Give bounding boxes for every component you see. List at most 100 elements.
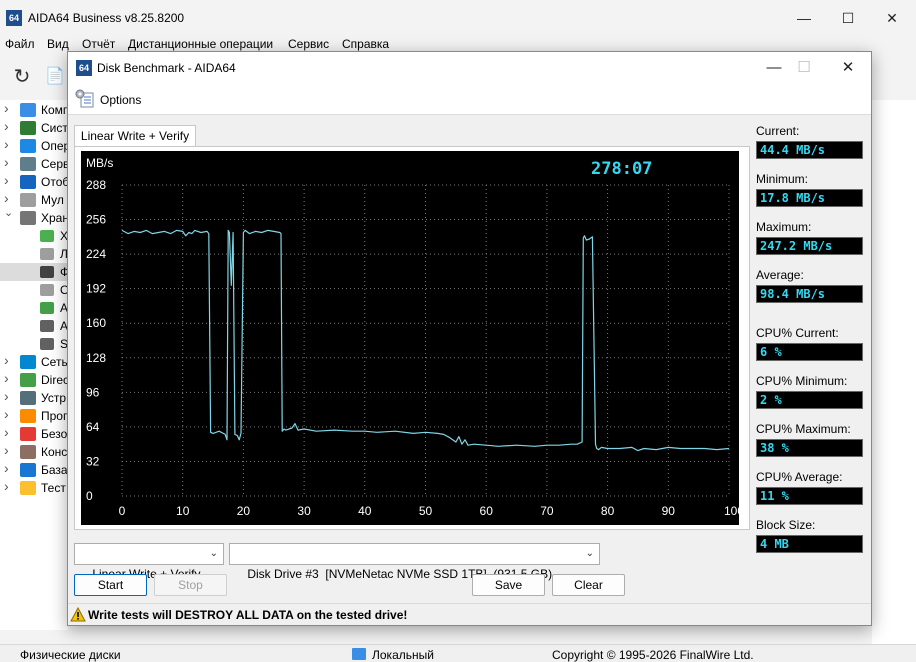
computer-icon bbox=[20, 103, 36, 117]
menu-file[interactable]: Файл bbox=[5, 37, 35, 51]
chevron-right-icon[interactable]: › bbox=[4, 479, 9, 494]
tree-item[interactable]: О bbox=[0, 281, 68, 299]
ata-icon bbox=[40, 302, 54, 314]
maximize-icon[interactable]: ☐ bbox=[826, 4, 870, 32]
tab-linear-write-verify[interactable]: Linear Write + Verify bbox=[74, 125, 196, 147]
tree-item[interactable]: › Безо bbox=[0, 425, 68, 443]
x-tick-label: 70 bbox=[540, 504, 554, 518]
network-icon bbox=[20, 355, 36, 369]
motherboard-icon bbox=[20, 121, 36, 135]
drive-select[interactable]: Disk Drive #3 [NVMeNetac NVMe SSD 1TB] (… bbox=[229, 543, 600, 581]
security-icon bbox=[20, 427, 36, 441]
chevron-right-icon[interactable]: › bbox=[4, 353, 9, 368]
y-tick-label: 32 bbox=[86, 454, 100, 468]
tree-item[interactable]: › Тест bbox=[0, 479, 68, 497]
options-button[interactable]: Options bbox=[100, 93, 141, 107]
menu-view[interactable]: Вид bbox=[47, 37, 69, 51]
stat-value: 98.4 MB/s bbox=[756, 285, 863, 303]
clear-button[interactable]: Clear bbox=[552, 574, 625, 596]
dialog-close-icon[interactable]: ✕ bbox=[826, 54, 870, 82]
chevron-right-icon[interactable]: › bbox=[4, 371, 9, 386]
tree-item[interactable]: › Устр bbox=[0, 389, 68, 407]
x-tick-label: 10 bbox=[176, 504, 190, 518]
stop-button[interactable]: Stop bbox=[154, 574, 227, 596]
tree-item[interactable]: Ф bbox=[0, 263, 68, 281]
y-tick-label: 64 bbox=[86, 420, 100, 434]
benchmark-icon bbox=[20, 481, 36, 495]
chevron-right-icon[interactable]: › bbox=[4, 191, 9, 206]
dialog-title-bar: 64 Disk Benchmark - AIDA64 — ☐ ✕ bbox=[68, 52, 871, 83]
tree-item[interactable]: А bbox=[0, 299, 68, 317]
x-tick-label: 100 % bbox=[724, 504, 739, 518]
tree-item-label: Тест bbox=[41, 481, 66, 495]
optical-icon bbox=[40, 284, 54, 296]
main-window-title: AIDA64 Business v8.25.8200 bbox=[28, 11, 185, 25]
refresh-icon[interactable]: ↻ bbox=[11, 66, 33, 88]
start-button[interactable]: Start bbox=[74, 574, 147, 596]
tree-item-label: Безо bbox=[41, 427, 68, 441]
stat-label: Minimum: bbox=[756, 172, 809, 186]
content-pane bbox=[872, 100, 916, 644]
tree-item[interactable]: › Серв bbox=[0, 155, 68, 173]
tree-item[interactable]: Х bbox=[0, 227, 68, 245]
tree-item[interactable]: › База bbox=[0, 461, 68, 479]
drive-icon bbox=[40, 230, 54, 242]
menu-report[interactable]: Отчёт bbox=[82, 37, 115, 51]
tree-item-label: Direc bbox=[41, 373, 68, 387]
tree-item[interactable]: › Direc bbox=[0, 371, 68, 389]
chevron-down-icon[interactable]: ⌄ bbox=[4, 209, 13, 219]
close-icon[interactable]: ✕ bbox=[870, 4, 914, 32]
disk-icon bbox=[40, 248, 54, 260]
warning-icon bbox=[70, 607, 86, 622]
y-tick-label: 224 bbox=[86, 247, 106, 261]
x-tick-label: 60 bbox=[480, 504, 494, 518]
menu-bar: Файл Вид Отчёт Дистанционные операции Се… bbox=[0, 36, 916, 52]
tree-item[interactable]: › Опер bbox=[0, 137, 68, 155]
menu-remote[interactable]: Дистанционные операции bbox=[128, 37, 273, 51]
display-icon bbox=[20, 175, 36, 189]
physical-disk-icon bbox=[40, 266, 54, 278]
tree-item[interactable]: › Отоб bbox=[0, 173, 68, 191]
tree-item[interactable]: › Прог bbox=[0, 407, 68, 425]
chevron-right-icon[interactable]: › bbox=[4, 119, 9, 134]
options-icon[interactable] bbox=[75, 89, 95, 109]
chevron-right-icon[interactable]: › bbox=[4, 443, 9, 458]
x-tick-label: 30 bbox=[297, 504, 311, 518]
tree-item[interactable]: А bbox=[0, 317, 68, 335]
tree-item-label: Устр bbox=[41, 391, 66, 405]
stat-value: 2 % bbox=[756, 391, 863, 409]
monitor-icon bbox=[352, 648, 366, 660]
tree-item-label: Сеть bbox=[41, 355, 68, 369]
save-button[interactable]: Save bbox=[472, 574, 545, 596]
chevron-right-icon[interactable]: › bbox=[4, 425, 9, 440]
tree-item[interactable]: › Мул bbox=[0, 191, 68, 209]
benchmark-chart: 288 256 224 192 160 128 96 64 32 0 0 10 20 30 40 50 60 70… bbox=[81, 151, 739, 525]
tree-item[interactable]: › Сеть bbox=[0, 353, 68, 371]
tree-item[interactable]: › Сист bbox=[0, 119, 68, 137]
tree-item[interactable]: ⌄ Хран bbox=[0, 209, 68, 227]
stat-value: 4 MB bbox=[756, 535, 863, 553]
stat-value: 6 % bbox=[756, 343, 863, 361]
chevron-right-icon[interactable]: › bbox=[4, 389, 9, 404]
chevron-right-icon[interactable]: › bbox=[4, 461, 9, 476]
stat-label: CPU% Minimum: bbox=[756, 374, 848, 388]
dialog-toolbar: Options bbox=[68, 83, 871, 115]
tree-item[interactable]: S bbox=[0, 335, 68, 353]
chevron-right-icon[interactable]: › bbox=[4, 173, 9, 188]
report-icon[interactable]: 📄 bbox=[44, 66, 66, 88]
menu-help[interactable]: Справка bbox=[342, 37, 389, 51]
chevron-right-icon[interactable]: › bbox=[4, 407, 9, 422]
menu-tools[interactable]: Сервис bbox=[288, 37, 329, 51]
x-tick-label: 40 bbox=[358, 504, 372, 518]
tree-item-label: Сист bbox=[41, 121, 68, 135]
chevron-right-icon[interactable]: › bbox=[4, 155, 9, 170]
tree-item[interactable]: › Конс bbox=[0, 443, 68, 461]
chevron-right-icon[interactable]: › bbox=[4, 137, 9, 152]
chevron-right-icon[interactable]: › bbox=[4, 101, 9, 116]
dialog-title: Disk Benchmark - AIDA64 bbox=[97, 61, 236, 75]
aida64-dialog-icon: 64 bbox=[76, 60, 92, 76]
test-type-select[interactable]: Linear Write + Verify ⌄ bbox=[74, 543, 224, 581]
tree-item[interactable]: Л bbox=[0, 245, 68, 263]
tree-item[interactable]: › Комп bbox=[0, 101, 68, 119]
minimize-icon[interactable]: — bbox=[782, 4, 826, 32]
